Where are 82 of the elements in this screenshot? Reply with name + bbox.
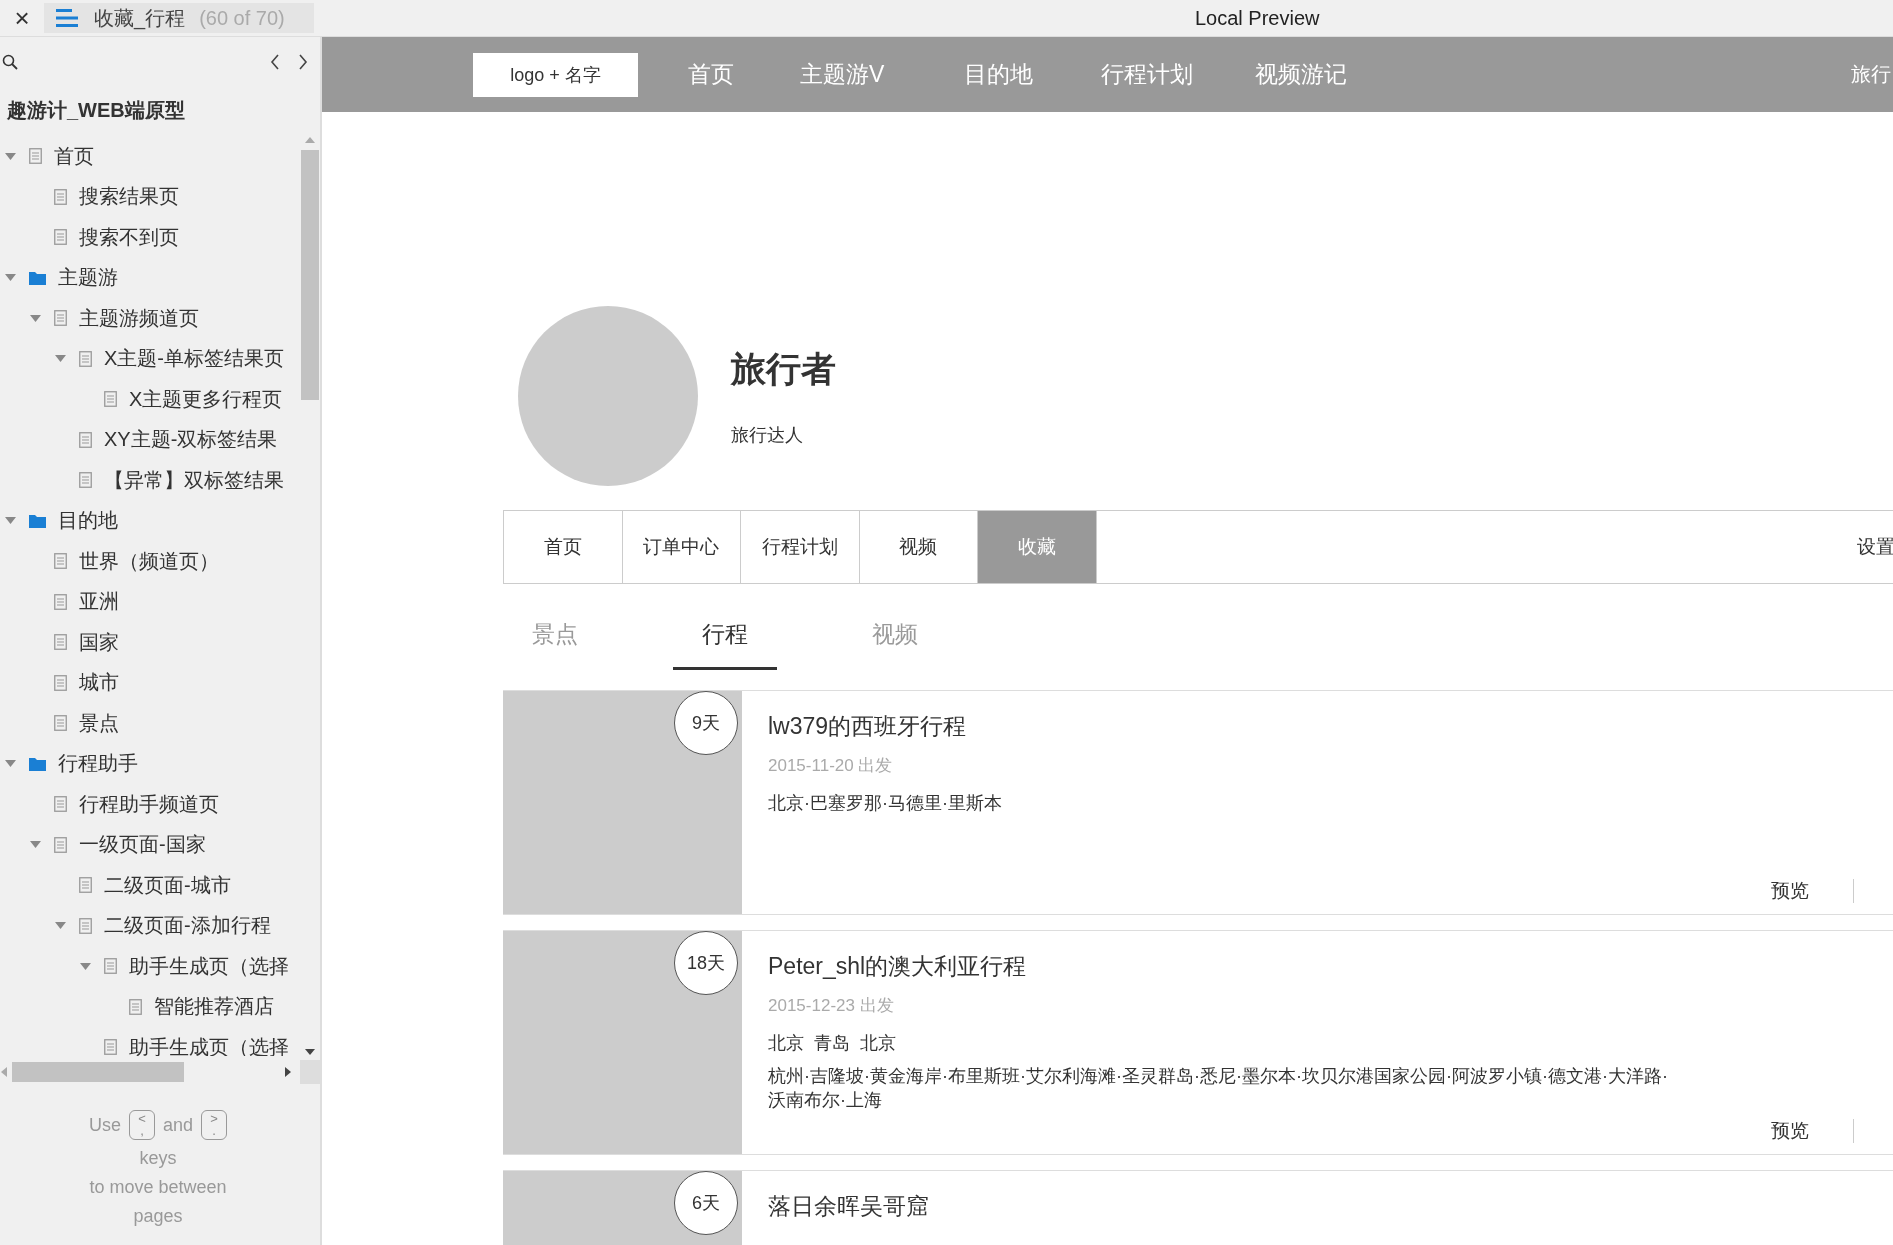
tree-item[interactable]: 智能推荐酒店 xyxy=(0,986,300,1027)
collection-tab[interactable]: 行程 xyxy=(673,612,777,670)
tree-item[interactable]: XY主题-双标签结果 xyxy=(0,419,300,460)
folder-icon xyxy=(29,270,46,285)
hint-text: to move between xyxy=(89,1177,227,1198)
tree-item[interactable]: 二级页面-城市 xyxy=(0,865,300,906)
page-icon xyxy=(54,310,67,327)
tree-item[interactable]: 一级页面-国家 xyxy=(0,824,300,865)
tree-item[interactable]: 城市 xyxy=(0,662,300,703)
keycap: < , xyxy=(129,1110,155,1140)
page-icon xyxy=(79,472,92,489)
tree-item[interactable]: 主题游 xyxy=(0,257,300,298)
route-text: 北京·巴塞罗那·马德里·里斯本 xyxy=(768,792,1003,815)
scrollbar-thumb[interactable] xyxy=(301,150,319,400)
tree-item[interactable]: 主题游频道页 xyxy=(0,298,300,339)
page-icon xyxy=(54,229,67,246)
page-icon xyxy=(79,431,92,448)
hint-text: and xyxy=(163,1114,194,1136)
page-icon xyxy=(79,917,92,934)
tab-title: 收藏_行程 xyxy=(94,5,186,32)
tree-item[interactable]: 二级页面-添加行程 xyxy=(0,905,300,946)
scroll-down-icon[interactable] xyxy=(304,1048,316,1056)
scroll-right-icon[interactable] xyxy=(284,1066,292,1078)
previous-page-icon[interactable] xyxy=(270,54,280,70)
departure-date: 2015-12-23 出发 xyxy=(768,995,895,1017)
close-button[interactable]: × xyxy=(0,2,44,34)
preview-link[interactable]: 预览 xyxy=(1771,1118,1809,1144)
tree-item[interactable]: 目的地 xyxy=(0,500,300,541)
user-name: 旅行者 xyxy=(731,347,836,390)
folder-icon xyxy=(29,756,46,771)
tree-item[interactable]: 景点 xyxy=(0,703,300,744)
trip-title[interactable]: 落日余晖吴哥窟 xyxy=(768,1191,1893,1222)
hint-text: keys xyxy=(139,1148,177,1169)
tree-item[interactable]: 世界（频道页） xyxy=(0,541,300,582)
page-icon xyxy=(104,1039,117,1056)
page-icon xyxy=(54,188,67,205)
departure-date: 2015-11-20 出发 xyxy=(768,755,894,777)
page-icon xyxy=(54,593,67,610)
page-icon xyxy=(54,715,67,732)
tree-item[interactable]: X主题更多行程页 xyxy=(0,379,300,420)
tree-item[interactable]: 行程助手频道页 xyxy=(0,784,300,825)
preview-link[interactable]: 预览 xyxy=(1771,878,1809,904)
trip-title[interactable]: Peter_shl的澳大利亚行程 xyxy=(768,951,1893,982)
project-title: 趣游计_WEB端原型 xyxy=(6,98,186,123)
tree-item[interactable]: 搜索不到页 xyxy=(0,217,300,258)
page-icon xyxy=(129,998,142,1015)
tree-item[interactable]: 【异常】双标签结果 xyxy=(0,460,300,501)
folder-icon xyxy=(29,513,46,528)
page-icon xyxy=(54,796,67,813)
page-icon xyxy=(104,391,117,408)
scroll-left-icon[interactable] xyxy=(0,1066,8,1078)
page-icon xyxy=(79,350,92,367)
logo-link[interactable]: logo + 名字 xyxy=(473,52,638,97)
tree-item[interactable]: X主题-单标签结果页 xyxy=(0,338,300,379)
tree-item[interactable]: 搜索结果页 xyxy=(0,176,300,217)
hint-text: Use xyxy=(88,1114,121,1136)
route-text: 杭州·吉隆坡·黄金海岸·布里斯班·艾尔利海滩·圣灵群岛·悉尼·墨尔本·坎贝尔港国家公园·阿波罗小镇·德文港·大洋路·沃南布尔·上海 xyxy=(768,1065,1668,1112)
page-icon xyxy=(54,674,67,691)
tree-item[interactable]: 首页 xyxy=(0,136,300,177)
tree-item[interactable]: 行程助手 xyxy=(0,743,300,784)
document-tab[interactable]: 收藏_行程 (60 of 70) xyxy=(44,3,314,33)
window-title: Local Preview xyxy=(1195,6,1320,30)
next-page-icon[interactable] xyxy=(298,54,308,70)
page-count: (60 of 70) xyxy=(199,6,285,30)
user-tagline: 旅行达人 xyxy=(731,423,804,447)
tree-item[interactable]: 助手生成页（选择 xyxy=(0,946,300,987)
page-icon xyxy=(79,877,92,894)
tree-item[interactable]: 亚洲 xyxy=(0,581,300,622)
route-text: 北京 青岛 北京 xyxy=(768,1032,897,1055)
page-icon xyxy=(104,958,117,975)
trip-title[interactable]: lw379的西班牙行程 xyxy=(768,711,1893,742)
page-icon xyxy=(54,553,67,570)
search-icon[interactable] xyxy=(2,54,18,70)
tree-item[interactable]: 国家 xyxy=(0,622,300,663)
keycap: > . xyxy=(201,1110,228,1140)
page-icon xyxy=(54,634,67,651)
page-icon xyxy=(54,836,67,853)
scroll-up-icon[interactable] xyxy=(304,136,316,144)
page-icon xyxy=(29,148,42,165)
scrollbar-thumb[interactable] xyxy=(12,1062,184,1082)
hint-text: pages xyxy=(133,1206,183,1227)
menu-icon[interactable] xyxy=(54,7,80,29)
